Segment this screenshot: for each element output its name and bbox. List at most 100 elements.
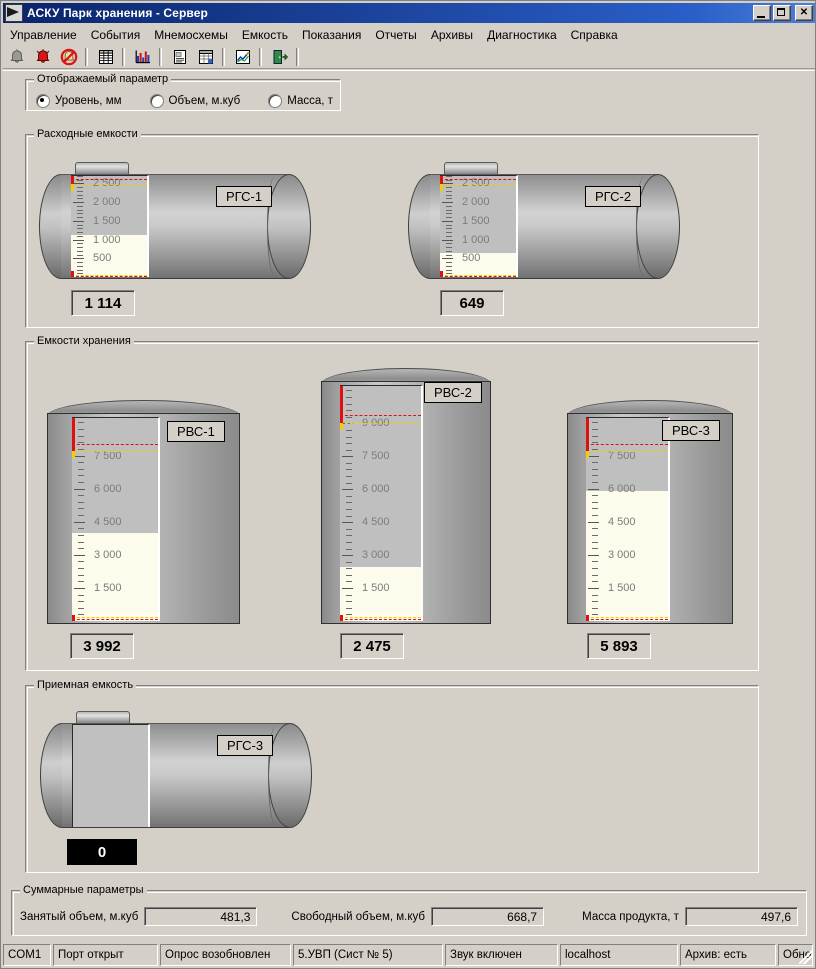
tank-rvs-2-label: РВС-2 xyxy=(424,382,482,403)
status-port-state: Порт открыт xyxy=(53,944,158,966)
maximize-button[interactable] xyxy=(773,5,791,21)
menu-item-otchety[interactable]: Отчеты xyxy=(368,26,423,44)
tank-rgs-1-label: РГС-1 xyxy=(216,186,273,207)
tank-rvs-2-gauge: 1 500 3 000 4 500 6 000 7 500 9 000 xyxy=(340,385,423,621)
gauge-tick-label: 7 500 xyxy=(362,450,390,463)
product-mass-value: 497,6 xyxy=(684,907,799,926)
toolbar-separator xyxy=(85,48,88,66)
gauge-tick-minor xyxy=(346,462,352,464)
gauge-tick-minor xyxy=(592,607,598,609)
trend-chart-icon[interactable] xyxy=(231,46,255,69)
tank-rvs-3-gauge: 1 500 3 000 4 500 6 000 7 500 xyxy=(586,417,670,621)
close-button[interactable]: ✕ xyxy=(795,5,813,21)
radio-mass-dot xyxy=(268,94,283,108)
radio-volume[interactable]: Объем, м.куб xyxy=(149,94,240,108)
gauge-tick-minor xyxy=(346,607,352,609)
gauge-tick-minor xyxy=(446,187,452,189)
gauge-limit-alarm-lo xyxy=(340,618,421,620)
table-view-icon[interactable] xyxy=(94,46,118,69)
menu-item-pokazaniya[interactable]: Показания xyxy=(295,26,368,44)
gauge-tick-minor xyxy=(78,468,84,470)
gauge-limit-alarm-hi xyxy=(72,444,158,446)
gauge-tick-minor xyxy=(446,243,452,245)
gauge-tick-label: 1 500 xyxy=(608,581,636,594)
gauge-tick-minor xyxy=(446,176,452,177)
menu-item-arhivy[interactable]: Архивы xyxy=(424,26,480,44)
gauge-tick-minor xyxy=(346,396,352,398)
gauge-tick-label: 2 000 xyxy=(93,196,121,209)
gauge-tick-label: 6 000 xyxy=(362,483,390,496)
alarm-mute-icon[interactable] xyxy=(57,46,81,69)
gauge-tick-minor xyxy=(78,495,84,497)
gauge-tick-label: 6 000 xyxy=(608,482,636,495)
bar-chart-icon[interactable] xyxy=(131,46,155,69)
gauge-tick-major xyxy=(442,258,453,260)
gauge-tick-minor xyxy=(77,247,83,249)
menu-item-sobytiya[interactable]: События xyxy=(84,26,148,44)
gauge-alarm-lo-band xyxy=(340,615,343,621)
gauge-tick-minor xyxy=(446,250,452,252)
alarm-active-icon[interactable] xyxy=(31,46,55,69)
gauge-tick-minor xyxy=(78,448,84,450)
alarm-disabled-icon[interactable] xyxy=(5,46,29,69)
tank-rvs-3-label: РВС-3 xyxy=(662,420,720,441)
gauge-alarm-lo-band xyxy=(586,615,589,621)
tank-rvs-3-value: 5 893 xyxy=(587,633,651,659)
radio-level[interactable]: Уровень, мм xyxy=(36,94,122,108)
gauge-tick-minor xyxy=(592,568,598,570)
gauge-alarm-hi-band xyxy=(72,418,75,452)
minimize-button[interactable] xyxy=(753,5,771,21)
exit-icon[interactable] xyxy=(268,46,292,69)
gauge-tick-label: 1 500 xyxy=(362,582,390,595)
gauge-tick-major xyxy=(588,554,599,556)
gauge-tick-minor xyxy=(592,442,598,444)
gauge-tick-minor xyxy=(592,508,598,510)
gauge-tick-minor xyxy=(446,209,452,211)
menu-item-upravlenie[interactable]: Управление xyxy=(3,26,84,44)
gauge-tick-label: 1 500 xyxy=(93,214,121,227)
gauge-tick-minor xyxy=(77,190,83,192)
gauge-tick-minor xyxy=(592,548,598,550)
menu-item-mnemoschemy[interactable]: Мнемосхемы xyxy=(147,26,235,44)
gauge-tick-minor xyxy=(446,224,452,226)
gauge-tick-major xyxy=(74,587,85,589)
menu-item-diagnostika[interactable]: Диагностика xyxy=(480,26,564,44)
gauge-tick-minor xyxy=(78,515,84,517)
gauge-tick-minor xyxy=(78,501,84,503)
menu-item-spravka[interactable]: Справка xyxy=(564,26,625,44)
gauge-tick-minor xyxy=(346,495,352,497)
gauge-tick-minor xyxy=(78,462,84,464)
gauge-alarm-hi-band xyxy=(340,386,343,424)
gauge-tick-minor xyxy=(78,429,84,431)
status-archive: Архив: есть xyxy=(680,944,776,966)
gauge-tick-minor xyxy=(592,515,598,517)
gauge-tick-major xyxy=(342,555,353,557)
gauge-limit-alarm-hi xyxy=(340,414,421,416)
gauge-tick-major xyxy=(73,220,84,222)
gauge-limit-alarm-hi xyxy=(586,444,668,446)
gauge-tick-major xyxy=(442,220,453,222)
gauge-tick-label: 2 000 xyxy=(462,196,490,209)
status-com-port: COM1 xyxy=(3,944,51,966)
tank-rvs-2-value: 2 475 xyxy=(340,633,404,659)
gauge-tick-minor xyxy=(346,541,352,543)
gauge-tick-minor xyxy=(446,254,452,256)
gauge-tick-minor xyxy=(346,515,352,517)
gauge-alarm-hi-band xyxy=(440,176,443,185)
status-host: localhost xyxy=(560,944,678,966)
gauge-tick-minor xyxy=(346,482,352,484)
spreadsheet-icon[interactable] xyxy=(194,46,218,69)
gauge-warn-hi-band xyxy=(72,451,75,459)
status-system: 5.УВП (Сист № 5) xyxy=(293,944,443,966)
menu-item-emkost[interactable]: Емкость xyxy=(235,26,295,44)
gauge-tick-minor xyxy=(77,224,83,226)
gauge-tick-label: 1 500 xyxy=(94,581,122,594)
storage-tanks-title: Емкости хранения xyxy=(34,335,134,347)
radio-mass[interactable]: Масса, т xyxy=(268,94,333,108)
resize-grip-icon[interactable] xyxy=(799,950,813,964)
gauge-tick-minor xyxy=(77,205,83,207)
toolbar xyxy=(3,44,815,71)
gauge-tick-minor xyxy=(346,594,352,596)
report-icon[interactable] xyxy=(168,46,192,69)
gauge-tick-minor xyxy=(592,601,598,603)
